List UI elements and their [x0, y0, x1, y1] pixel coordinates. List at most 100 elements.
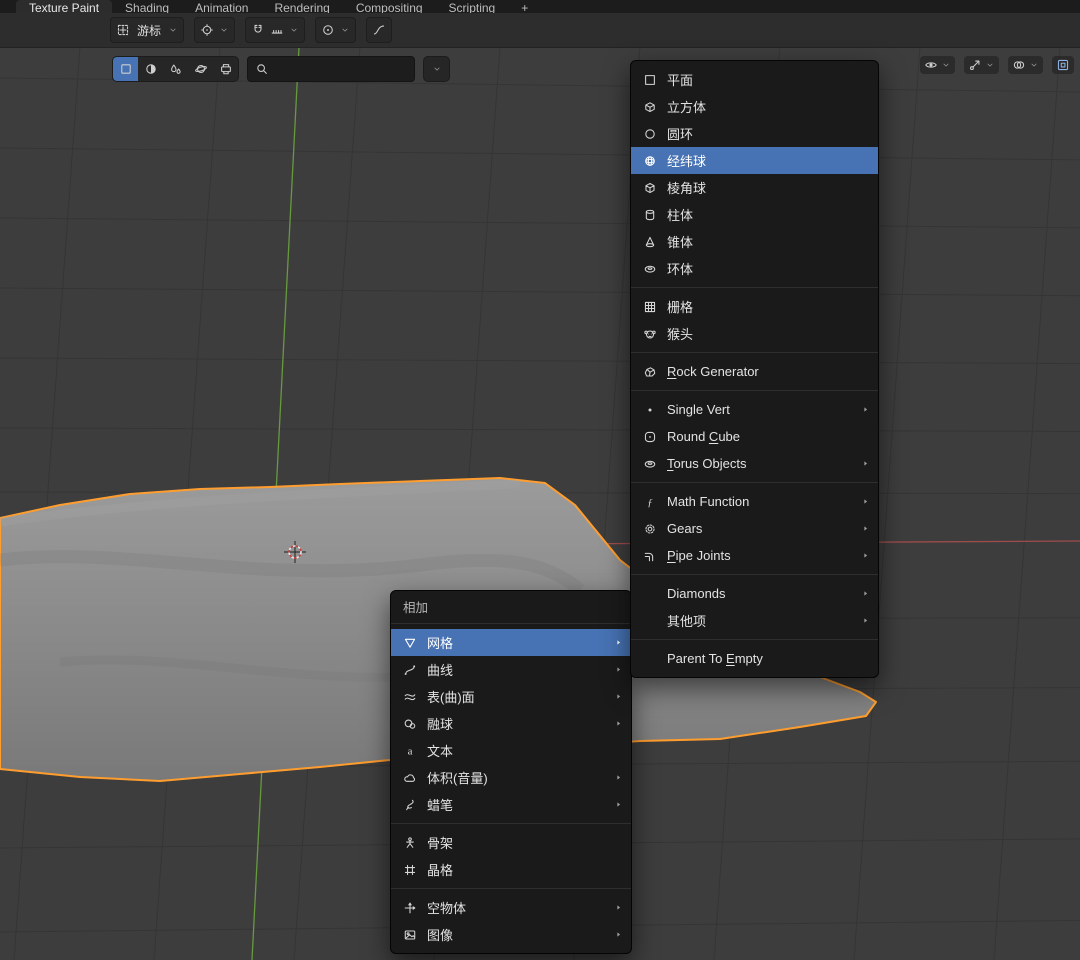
add-menu-title: 相加	[403, 601, 429, 615]
tab-texture-paint[interactable]: Texture Paint	[16, 0, 113, 13]
menu-item-cylinder[interactable]: 柱体	[631, 201, 878, 228]
menu-item-label: Torus Objects	[667, 456, 747, 471]
curve-icon	[402, 662, 418, 678]
visibility-dropdown[interactable]	[920, 56, 955, 74]
workspace-tabs: Texture Paint Shading Animation Rendering Co…	[0, 0, 1080, 13]
menu-item-cone[interactable]: 锥体	[631, 228, 878, 255]
round-cube-icon	[642, 429, 658, 445]
menu-item-ico-sphere[interactable]: 棱角球	[631, 174, 878, 201]
metaball-icon	[402, 716, 418, 732]
snap-toggle[interactable]	[251, 23, 265, 37]
search-icon	[255, 62, 269, 76]
falloff-button[interactable]	[366, 17, 393, 43]
gears-icon	[642, 521, 658, 537]
menu-item-mesh[interactable]: 网格	[391, 629, 631, 656]
menu-item-label: 文本	[427, 744, 454, 759]
menu-item-grid[interactable]: 栅格	[631, 293, 878, 320]
text-icon: a	[402, 743, 418, 759]
square-icon	[119, 62, 133, 76]
menu-item-plane[interactable]: 平面	[631, 66, 878, 93]
snap-target-dropdown[interactable]	[270, 23, 284, 37]
viewport-header-right	[920, 56, 1074, 74]
proportional-dropdown[interactable]	[315, 17, 357, 43]
menu-separator	[631, 574, 878, 575]
mode-texture-button[interactable]	[188, 57, 213, 81]
menu-item-label: 晶格	[427, 863, 454, 878]
menu-item-label: Rock Generator	[667, 364, 759, 379]
menu-item-label: 经纬球	[667, 154, 707, 169]
vert-icon	[642, 402, 658, 418]
chevron-down-icon	[432, 64, 442, 74]
menu-item-lattice[interactable]: 晶格	[391, 856, 631, 883]
overlays-icon	[1012, 58, 1026, 72]
filter-dropdown[interactable]	[423, 56, 450, 82]
eye-icon	[924, 58, 938, 72]
overlays-dropdown[interactable]	[1008, 56, 1043, 74]
submenu-arrow-icon	[613, 692, 623, 701]
mode-solid-button[interactable]	[113, 57, 138, 81]
tool-dropdown[interactable]: 游标	[110, 17, 185, 43]
mode-output-button[interactable]	[213, 57, 238, 81]
add-menu: 相加 网格曲线 表(曲)面 融球 a 文本体积(音量) 蜡笔骨架晶格空物体图像	[390, 590, 632, 954]
tab-scripting[interactable]: Scripting	[436, 0, 509, 13]
tab-compositing[interactable]: Compositing	[343, 0, 436, 13]
submenu-arrow-icon	[613, 800, 623, 809]
menu-item-empty[interactable]: 空物体	[391, 894, 631, 921]
shading-maximize[interactable]	[1052, 56, 1074, 74]
menu-item-metaball[interactable]: 融球	[391, 710, 631, 737]
menu-item-image[interactable]: 图像	[391, 921, 631, 948]
submenu-arrow-icon	[613, 930, 623, 939]
menu-item-rock-generator[interactable]: Rock Generator	[631, 358, 878, 385]
menu-item-torus-objects[interactable]: Torus Objects	[631, 450, 878, 477]
menu-item-single-vert[interactable]: Single Vert	[631, 396, 878, 423]
menu-separator	[631, 639, 878, 640]
cube-icon	[642, 99, 658, 115]
orientation-dropdown[interactable]	[194, 17, 236, 43]
torus-icon	[642, 261, 658, 277]
menu-item-pipe-joints[interactable]: Pipe Joints	[631, 542, 878, 569]
menu-item-armature[interactable]: 骨架	[391, 829, 631, 856]
lattice-icon	[402, 862, 418, 878]
plane-icon	[642, 72, 658, 88]
armature-icon	[402, 835, 418, 851]
image-icon	[402, 927, 418, 943]
menu-item-monkey[interactable]: 猴头	[631, 320, 878, 347]
menu-item-curve[interactable]: 曲线	[391, 656, 631, 683]
menu-item-extras[interactable]: 其他项	[631, 607, 878, 634]
menu-item-grease-pencil[interactable]: 蜡笔	[391, 791, 631, 818]
mesh-submenu: 平面 立方体 圆环经纬球棱角球 柱体 锥体 环体栅格 猴头 Rock Generator Sin…	[630, 60, 879, 678]
icon-placeholder	[642, 651, 658, 667]
menu-item-parent-to-empty[interactable]: Parent To Empty	[631, 645, 878, 672]
sphere-half-icon	[144, 62, 158, 76]
menu-item-circle[interactable]: 圆环	[631, 120, 878, 147]
menu-item-surface[interactable]: 表(曲)面	[391, 683, 631, 710]
menu-item-gears[interactable]: Gears	[631, 515, 878, 542]
menu-item-uv-sphere[interactable]: 经纬球	[631, 147, 878, 174]
submenu-arrow-icon	[860, 459, 870, 468]
menu-item-diamonds[interactable]: Diamonds	[631, 580, 878, 607]
gizmo-dropdown[interactable]	[964, 56, 999, 74]
menu-item-label: 图像	[427, 928, 454, 943]
math-icon: ƒ	[642, 494, 658, 510]
menu-item-torus[interactable]: 环体	[631, 255, 878, 282]
menu-item-label: 网格	[427, 636, 454, 651]
tab-rendering[interactable]: Rendering	[261, 0, 342, 13]
search-input[interactable]	[275, 61, 407, 77]
tab-shading[interactable]: Shading	[112, 0, 182, 13]
submenu-arrow-icon	[860, 551, 870, 560]
menu-item-text[interactable]: a 文本	[391, 737, 631, 764]
menu-item-cube[interactable]: 立方体	[631, 93, 878, 120]
mode-paint-button[interactable]	[163, 57, 188, 81]
menu-item-round-cube[interactable]: Round Cube	[631, 423, 878, 450]
menu-item-label: Math Function	[667, 494, 750, 509]
submenu-arrow-icon	[613, 719, 623, 728]
tab-animation[interactable]: Animation	[182, 0, 261, 13]
volume-icon	[402, 770, 418, 786]
droplets-icon	[169, 62, 183, 76]
menu-item-math-function[interactable]: ƒ Math Function	[631, 488, 878, 515]
mode-material-button[interactable]	[138, 57, 163, 81]
menu-separator	[631, 352, 878, 353]
menu-item-volume[interactable]: 体积(音量)	[391, 764, 631, 791]
mesh-icon	[402, 635, 418, 651]
tab-add-workspace[interactable]: +	[508, 0, 541, 13]
